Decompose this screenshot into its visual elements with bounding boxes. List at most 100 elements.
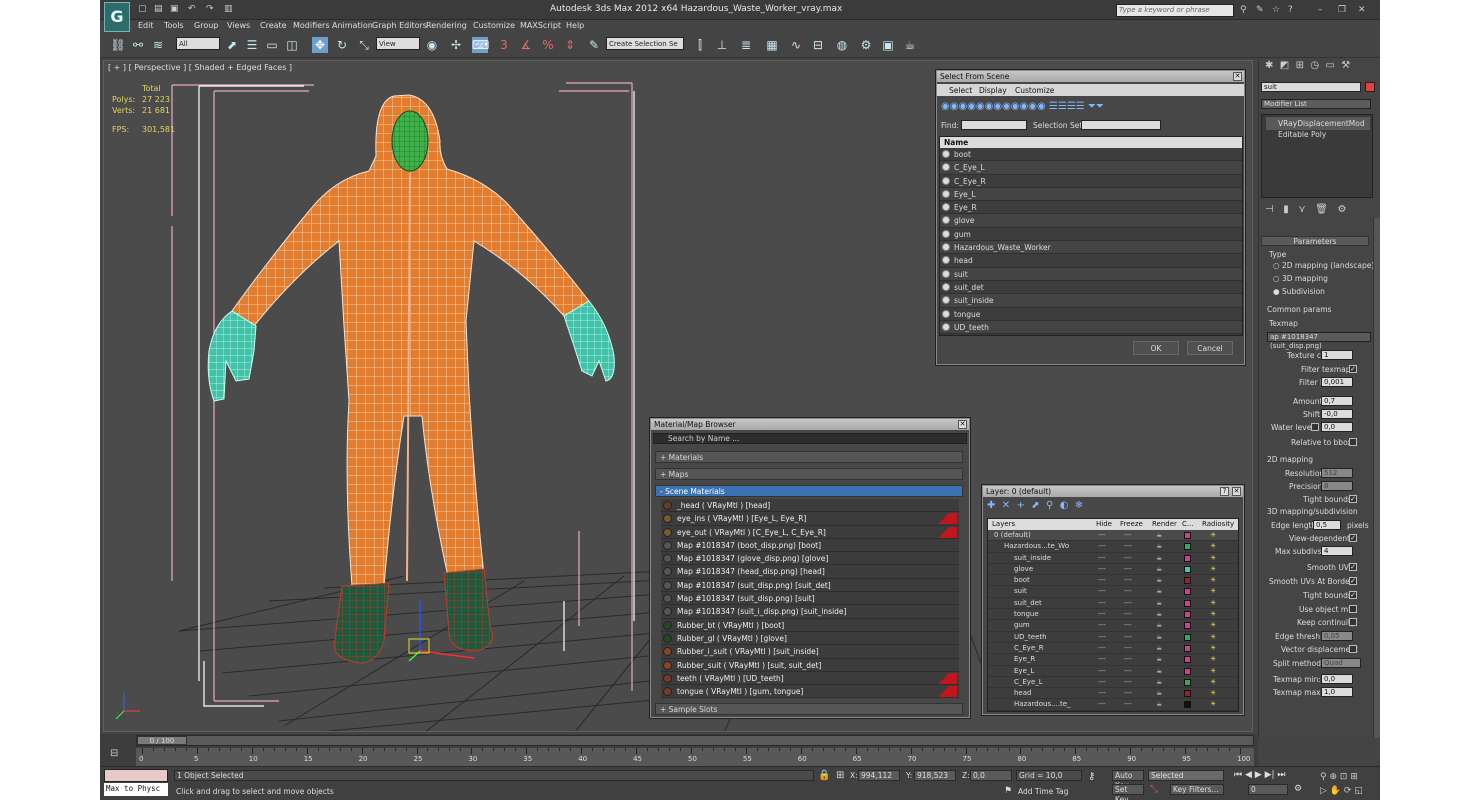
time-ruler[interactable]: 0 5 10 15 20 25 30 35 40 45 50 55 60 65 70 75 80 85 90 95 10…	[136, 748, 1254, 766]
hide-toggle-icon[interactable]: ---	[1098, 666, 1106, 677]
close-icon[interactable]: ✕	[1232, 487, 1241, 496]
render-toggle-icon[interactable]: ☕	[1156, 553, 1162, 564]
render-toggle-icon[interactable]: ☕	[1156, 609, 1162, 620]
hide-toggle-icon[interactable]: ---	[1098, 598, 1106, 609]
material-item[interactable]: Map #1018347 (suit_i_disp.png) [suit_ins…	[661, 605, 959, 619]
layer-color-swatch[interactable]	[1184, 599, 1191, 607]
smooth-uvs-checkbox[interactable]: ✓	[1349, 563, 1357, 571]
render-toggle-icon[interactable]: ☕	[1156, 530, 1162, 541]
texmap-max-spinner[interactable]: 1,0	[1321, 687, 1353, 697]
auto-key-button[interactable]: Auto Key	[1112, 770, 1144, 790]
hide-toggle-icon[interactable]: ---	[1098, 575, 1106, 586]
render-toggle-icon[interactable]: ☕	[1156, 643, 1162, 654]
select-and-scale-icon[interactable]: ⤡	[356, 37, 372, 53]
delete-layer-icon[interactable]: ✕	[1002, 500, 1010, 511]
material-browser-title[interactable]: Material/Map Browser	[651, 419, 969, 430]
object-name-field[interactable]: suit	[1261, 82, 1361, 92]
sfs-object-row[interactable]: Eye_L	[940, 187, 1242, 202]
material-item[interactable]: Map #1018347 (head_disp.png) [head]	[661, 565, 959, 579]
freeze-all-icon[interactable]: ❄	[1075, 500, 1083, 511]
radiosity-toggle-icon[interactable]: ☀	[1210, 553, 1216, 564]
freeze-toggle-icon[interactable]: ---	[1124, 586, 1132, 597]
menu-graph-editors[interactable]: Graph Editors	[372, 21, 427, 30]
layer-color-swatch[interactable]	[1184, 577, 1191, 585]
layer-color-swatch[interactable]	[1184, 588, 1191, 596]
layer-row[interactable]: Eye_R --- --- ☕ ☀	[988, 654, 1238, 666]
select-by-name-icon[interactable]: ☰	[244, 37, 260, 53]
material-item[interactable]: Map #1018347 (suit_disp.png) [suit]	[661, 592, 959, 606]
select-manipulate-icon[interactable]: ✢	[448, 37, 464, 53]
freeze-toggle-icon[interactable]: ---	[1124, 575, 1132, 586]
rendered-frame-window-icon[interactable]: ▣	[880, 37, 896, 53]
keep-continuity-checkbox[interactable]	[1349, 618, 1357, 626]
time-slider-thumb[interactable]: 0 / 100	[137, 736, 187, 745]
sfs-column-name[interactable]: Name	[940, 137, 1242, 148]
relative-to-bbox-checkbox[interactable]	[1349, 438, 1357, 446]
edge-thresh-spinner[interactable]: 0,05	[1321, 631, 1353, 641]
render-toggle-icon[interactable]: ☕	[1156, 677, 1162, 688]
type-subdivision-radio[interactable]: ● Subdivision	[1273, 287, 1325, 296]
view-dependent-checkbox[interactable]: ✓	[1349, 534, 1357, 542]
sfs-object-row[interactable]: tongue	[940, 307, 1242, 321]
orbit-icon[interactable]: ⟳	[1344, 786, 1352, 796]
sfs-object-row[interactable]: C_Eye_R	[940, 174, 1242, 188]
select-from-scene-title[interactable]: Select From Scene	[937, 71, 1244, 82]
configure-modifier-sets-icon[interactable]: ⚙	[1337, 204, 1346, 215]
edit-named-selection-icon[interactable]: ✎	[586, 37, 602, 53]
layer-row[interactable]: 0 (default) --- --- ☕ ☀	[988, 530, 1238, 542]
layer-row[interactable]: UD_teeth --- --- ☕ ☀	[988, 631, 1238, 643]
hide-toggle-icon[interactable]: ---	[1098, 677, 1106, 688]
radiosity-toggle-icon[interactable]: ☀	[1210, 564, 1216, 575]
open-file-icon[interactable]: ▤	[154, 4, 163, 14]
radiosity-toggle-icon[interactable]: ☀	[1210, 654, 1216, 665]
app-logo-icon[interactable]: G	[104, 2, 130, 32]
hide-toggle-icon[interactable]: ---	[1098, 609, 1106, 620]
bind-space-warp-icon[interactable]: ≋	[150, 37, 166, 53]
menu-help[interactable]: Help	[566, 21, 584, 30]
utilities-tab-icon[interactable]: ⚒	[1341, 60, 1350, 71]
add-to-layer-icon[interactable]: +	[1017, 500, 1025, 511]
material-item[interactable]: Map #1018347 (boot_disp.png) [boot]	[661, 538, 959, 553]
zoom-extents-icon[interactable]: ⊡	[1340, 772, 1348, 782]
time-slider-track[interactable]: 0 / 100	[136, 735, 1254, 746]
select-object-icon[interactable]: ⬈	[224, 37, 240, 53]
rectangular-selection-icon[interactable]: ▭	[264, 37, 280, 53]
new-file-icon[interactable]: ▢	[138, 4, 147, 14]
render-toggle-icon[interactable]: ☕	[1156, 575, 1162, 586]
freeze-toggle-icon[interactable]: ---	[1124, 699, 1132, 710]
menu-rendering[interactable]: Rendering	[426, 21, 467, 30]
layer-manager-title[interactable]: Layer: 0 (default)	[983, 486, 1243, 497]
absolute-mode-icon[interactable]: ⊞	[836, 770, 844, 781]
radiosity-toggle-icon[interactable]: ☀	[1210, 530, 1216, 541]
render-toggle-icon[interactable]: ☕	[1156, 699, 1162, 710]
sfs-object-row[interactable]: C_Eye_L	[940, 161, 1242, 175]
next-frame-icon[interactable]: ▶|	[1265, 770, 1275, 780]
col-freeze[interactable]: Freeze	[1120, 519, 1143, 530]
modify-tab-icon[interactable]: ◩	[1280, 60, 1289, 71]
layer-row[interactable]: head --- --- ☕ ☀	[988, 688, 1238, 700]
radiosity-toggle-icon[interactable]: ☀	[1210, 677, 1216, 688]
redo-icon[interactable]: ↷	[206, 4, 214, 14]
vector-displacement-checkbox[interactable]	[1349, 645, 1357, 653]
freeze-toggle-icon[interactable]: ---	[1124, 677, 1132, 688]
radiosity-toggle-icon[interactable]: ☀	[1210, 598, 1216, 609]
col-layers[interactable]: Layers	[992, 519, 1015, 530]
hide-toggle-icon[interactable]: ---	[1098, 530, 1106, 541]
material-item[interactable]: teeth ( VRayMtl ) [UD_teeth]	[661, 671, 959, 686]
play-icon[interactable]: ▶	[1255, 770, 1262, 780]
render-setup-icon[interactable]: ⚙	[858, 37, 874, 53]
menu-create[interactable]: Create	[260, 21, 287, 30]
close-icon[interactable]: ✕	[958, 420, 967, 429]
hide-toggle-icon[interactable]: ---	[1098, 654, 1106, 665]
pin-stack-icon[interactable]: ⊣	[1265, 204, 1274, 215]
keyboard-shortcut-override-icon[interactable]: ⌨	[472, 37, 489, 53]
render-toggle-icon[interactable]: ☕	[1156, 620, 1162, 631]
sfs-object-row[interactable]: suit_det	[940, 280, 1242, 295]
field-of-view-icon[interactable]: ▷	[1320, 786, 1327, 796]
section-scene-materials[interactable]: - Scene Materials	[655, 485, 963, 497]
layer-row[interactable]: C_Eye_R --- --- ☕ ☀	[988, 642, 1238, 655]
freeze-toggle-icon[interactable]: ---	[1124, 598, 1132, 609]
maxscript-listener-pink[interactable]	[104, 769, 168, 782]
sfs-object-row[interactable]: UD_teeth	[940, 320, 1242, 335]
texture-chan-spinner[interactable]: 1	[1321, 350, 1353, 360]
